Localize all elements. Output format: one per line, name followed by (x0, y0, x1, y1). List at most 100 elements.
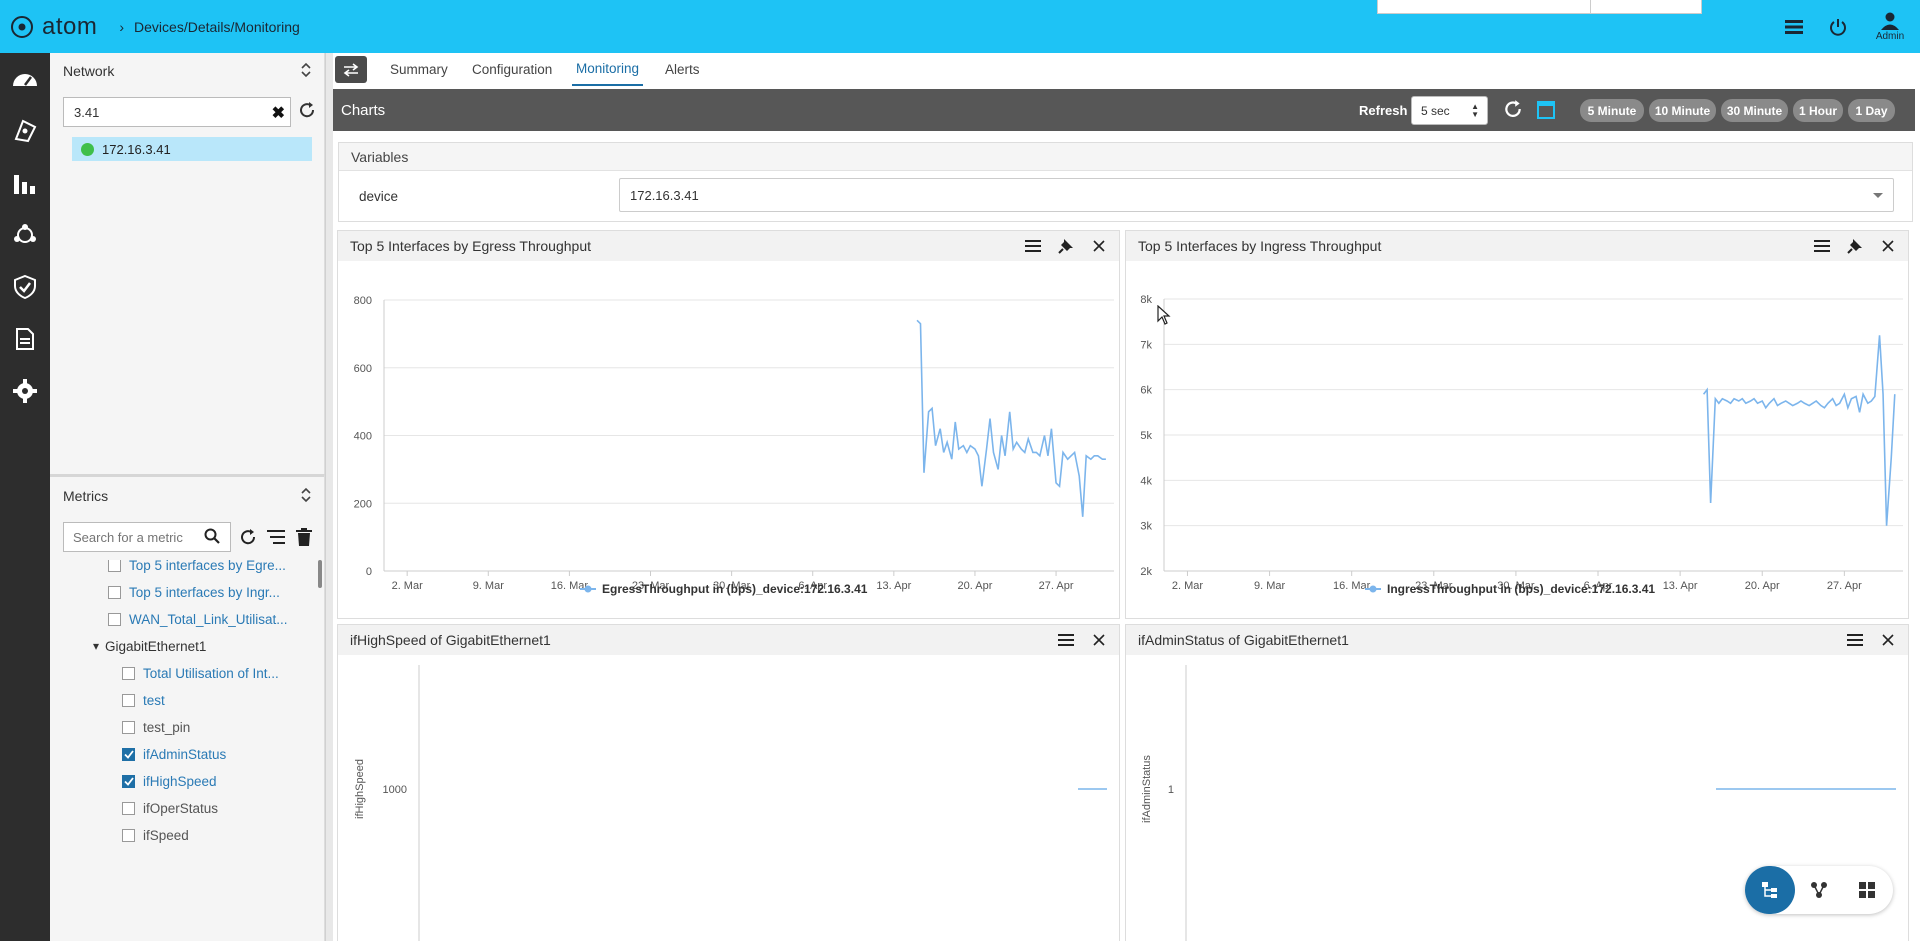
metric-item[interactable]: ifHighSpeed (122, 770, 217, 792)
tree-icon (1762, 882, 1777, 898)
metric-item-label: Top 5 interfaces by Ingr... (129, 584, 280, 600)
expand-collapse-icon[interactable] (300, 62, 312, 81)
metric-group[interactable]: ▾ GigabitEthernet1 (93, 635, 206, 657)
checkbox[interactable] (108, 612, 121, 626)
metric-item[interactable]: Total Utilisation of Int... (122, 662, 279, 684)
device-select[interactable]: 172.16.3.41 (619, 178, 1894, 212)
user-label: Admin (1875, 30, 1905, 42)
metric-item[interactable]: Top 5 interfaces by Egre... (108, 560, 286, 576)
y-tick-label: 3k (1140, 521, 1152, 533)
document-icon[interactable] (0, 313, 50, 365)
clear-icon[interactable]: ✖ (272, 103, 285, 123)
metric-item[interactable]: ifAdminStatus (122, 743, 226, 765)
legend-label: EgressThroughput in (bps)_device:172.16.… (602, 582, 868, 596)
topology-view-button[interactable] (1807, 878, 1831, 902)
legend-marker (1369, 585, 1377, 593)
network-search-input[interactable] (64, 98, 254, 126)
metric-item[interactable]: test (122, 689, 165, 711)
breadcrumb[interactable]: Devices/Details/Monitoring (134, 19, 300, 35)
power-icon[interactable] (1816, 0, 1860, 53)
list-icon[interactable] (1772, 0, 1816, 53)
ifhighspeed-chart[interactable]: 1000 ifHighSpeed (338, 655, 1119, 941)
menu-icon[interactable] (1049, 628, 1082, 652)
metric-item-label: ifOperStatus (143, 800, 219, 816)
checkbox-checked[interactable] (122, 747, 135, 761)
metric-item[interactable]: ifOperStatus (122, 797, 218, 819)
x-tick-label: 20. Apr (1745, 580, 1780, 592)
calendar-icon[interactable] (1537, 99, 1555, 122)
metric-item[interactable]: test_pin (122, 716, 190, 738)
refresh-icon[interactable] (236, 524, 260, 550)
checkbox[interactable] (108, 585, 121, 599)
range-10-minute[interactable]: 10 Minute (1649, 99, 1716, 122)
menu-icon[interactable] (1805, 234, 1838, 258)
y-tick-label: 400 (354, 431, 372, 443)
tab-monitoring[interactable]: Monitoring (572, 53, 644, 86)
caret-down-icon[interactable]: ▾ (93, 639, 99, 653)
network-node[interactable]: 172.16.3.41 (72, 137, 312, 161)
range-30-minute[interactable]: 30 Minute (1721, 99, 1788, 122)
metric-item-label: test (143, 692, 165, 708)
pin-icon[interactable] (1838, 234, 1871, 258)
metric-group-label: GigabitEthernet1 (105, 638, 207, 654)
search-icon[interactable] (204, 528, 220, 547)
refresh-icon[interactable] (298, 101, 316, 122)
bar-chart-icon[interactable] (0, 157, 50, 209)
tab-alerts[interactable]: Alerts (665, 53, 700, 86)
grid-view-button[interactable] (1855, 878, 1879, 902)
brand-name: atom (42, 12, 98, 40)
range-1-hour[interactable]: 1 Hour (1793, 99, 1843, 122)
metric-item[interactable]: ifSpeed (122, 824, 189, 846)
user-icon[interactable]: Admin (1860, 0, 1920, 53)
metric-search-input[interactable] (64, 523, 204, 551)
menu-icon[interactable] (1016, 234, 1049, 258)
range-1-day[interactable]: 1 Day (1848, 99, 1895, 122)
sort-icon[interactable] (264, 524, 288, 550)
checkbox[interactable] (122, 666, 135, 680)
close-icon[interactable] (1871, 628, 1904, 652)
checkbox[interactable] (122, 720, 135, 734)
close-icon[interactable] (1082, 234, 1115, 258)
y-tick-label: 1 (1168, 784, 1174, 796)
trash-icon[interactable] (292, 524, 316, 550)
swap-panels-button[interactable] (335, 56, 367, 83)
network-panel-title: Network (63, 63, 115, 79)
metrics-scrollbar[interactable] (318, 560, 322, 588)
atom-logo[interactable]: atom (10, 13, 97, 41)
network-icon[interactable] (0, 209, 50, 261)
checkbox[interactable] (122, 828, 135, 842)
close-icon[interactable] (1871, 234, 1904, 258)
panel-divider[interactable] (325, 53, 333, 941)
devices-icon[interactable] (0, 105, 50, 157)
x-tick-label: 13. Apr (1663, 580, 1698, 592)
close-icon[interactable] (1082, 628, 1115, 652)
refresh-interval-select[interactable]: 5 sec ▲ ▼ (1411, 96, 1488, 125)
dashboard-icon[interactable] (0, 53, 50, 105)
y-tick-label: 2k (1140, 566, 1152, 578)
checkbox[interactable] (108, 560, 121, 572)
metric-item[interactable]: WAN_Total_Link_Utilisat... (108, 608, 288, 630)
y-tick-label: 800 (354, 295, 372, 307)
metric-item[interactable]: Top 5 interfaces by Ingr... (108, 581, 280, 603)
pin-icon[interactable] (1049, 234, 1082, 258)
checkbox[interactable] (122, 693, 135, 707)
y-tick-label: 6k (1140, 385, 1152, 397)
menu-icon[interactable] (1838, 628, 1871, 652)
metrics-panel: Metrics Top 5 interfaces by Egre...Top 5… (50, 474, 325, 941)
expand-collapse-icon[interactable] (300, 487, 312, 506)
egress-chart[interactable]: 02004006008002. Mar 9. Mar 16. Mar 23. Mar 3… (338, 261, 1119, 618)
checkbox[interactable] (122, 801, 135, 815)
range-5-minute[interactable]: 5 Minute (1580, 99, 1644, 122)
y-tick-label: 1000 (383, 784, 407, 796)
tree-view-button[interactable] (1745, 866, 1795, 914)
tab-configuration[interactable]: Configuration (472, 53, 552, 86)
chevron-right-icon: › (119, 18, 125, 35)
tab-summary[interactable]: Summary (390, 53, 448, 86)
y-tick-label: 200 (354, 498, 372, 510)
refresh-icon[interactable] (1503, 99, 1523, 122)
settings-icon[interactable] (0, 365, 50, 417)
y-tick-label: 600 (354, 363, 372, 375)
ingress-chart[interactable]: 2k3k4k5k6k7k8k2. Mar 9. Mar 16. Mar 23. Mar… (1126, 261, 1908, 618)
shield-icon[interactable] (0, 261, 50, 313)
checkbox-checked[interactable] (122, 774, 135, 788)
